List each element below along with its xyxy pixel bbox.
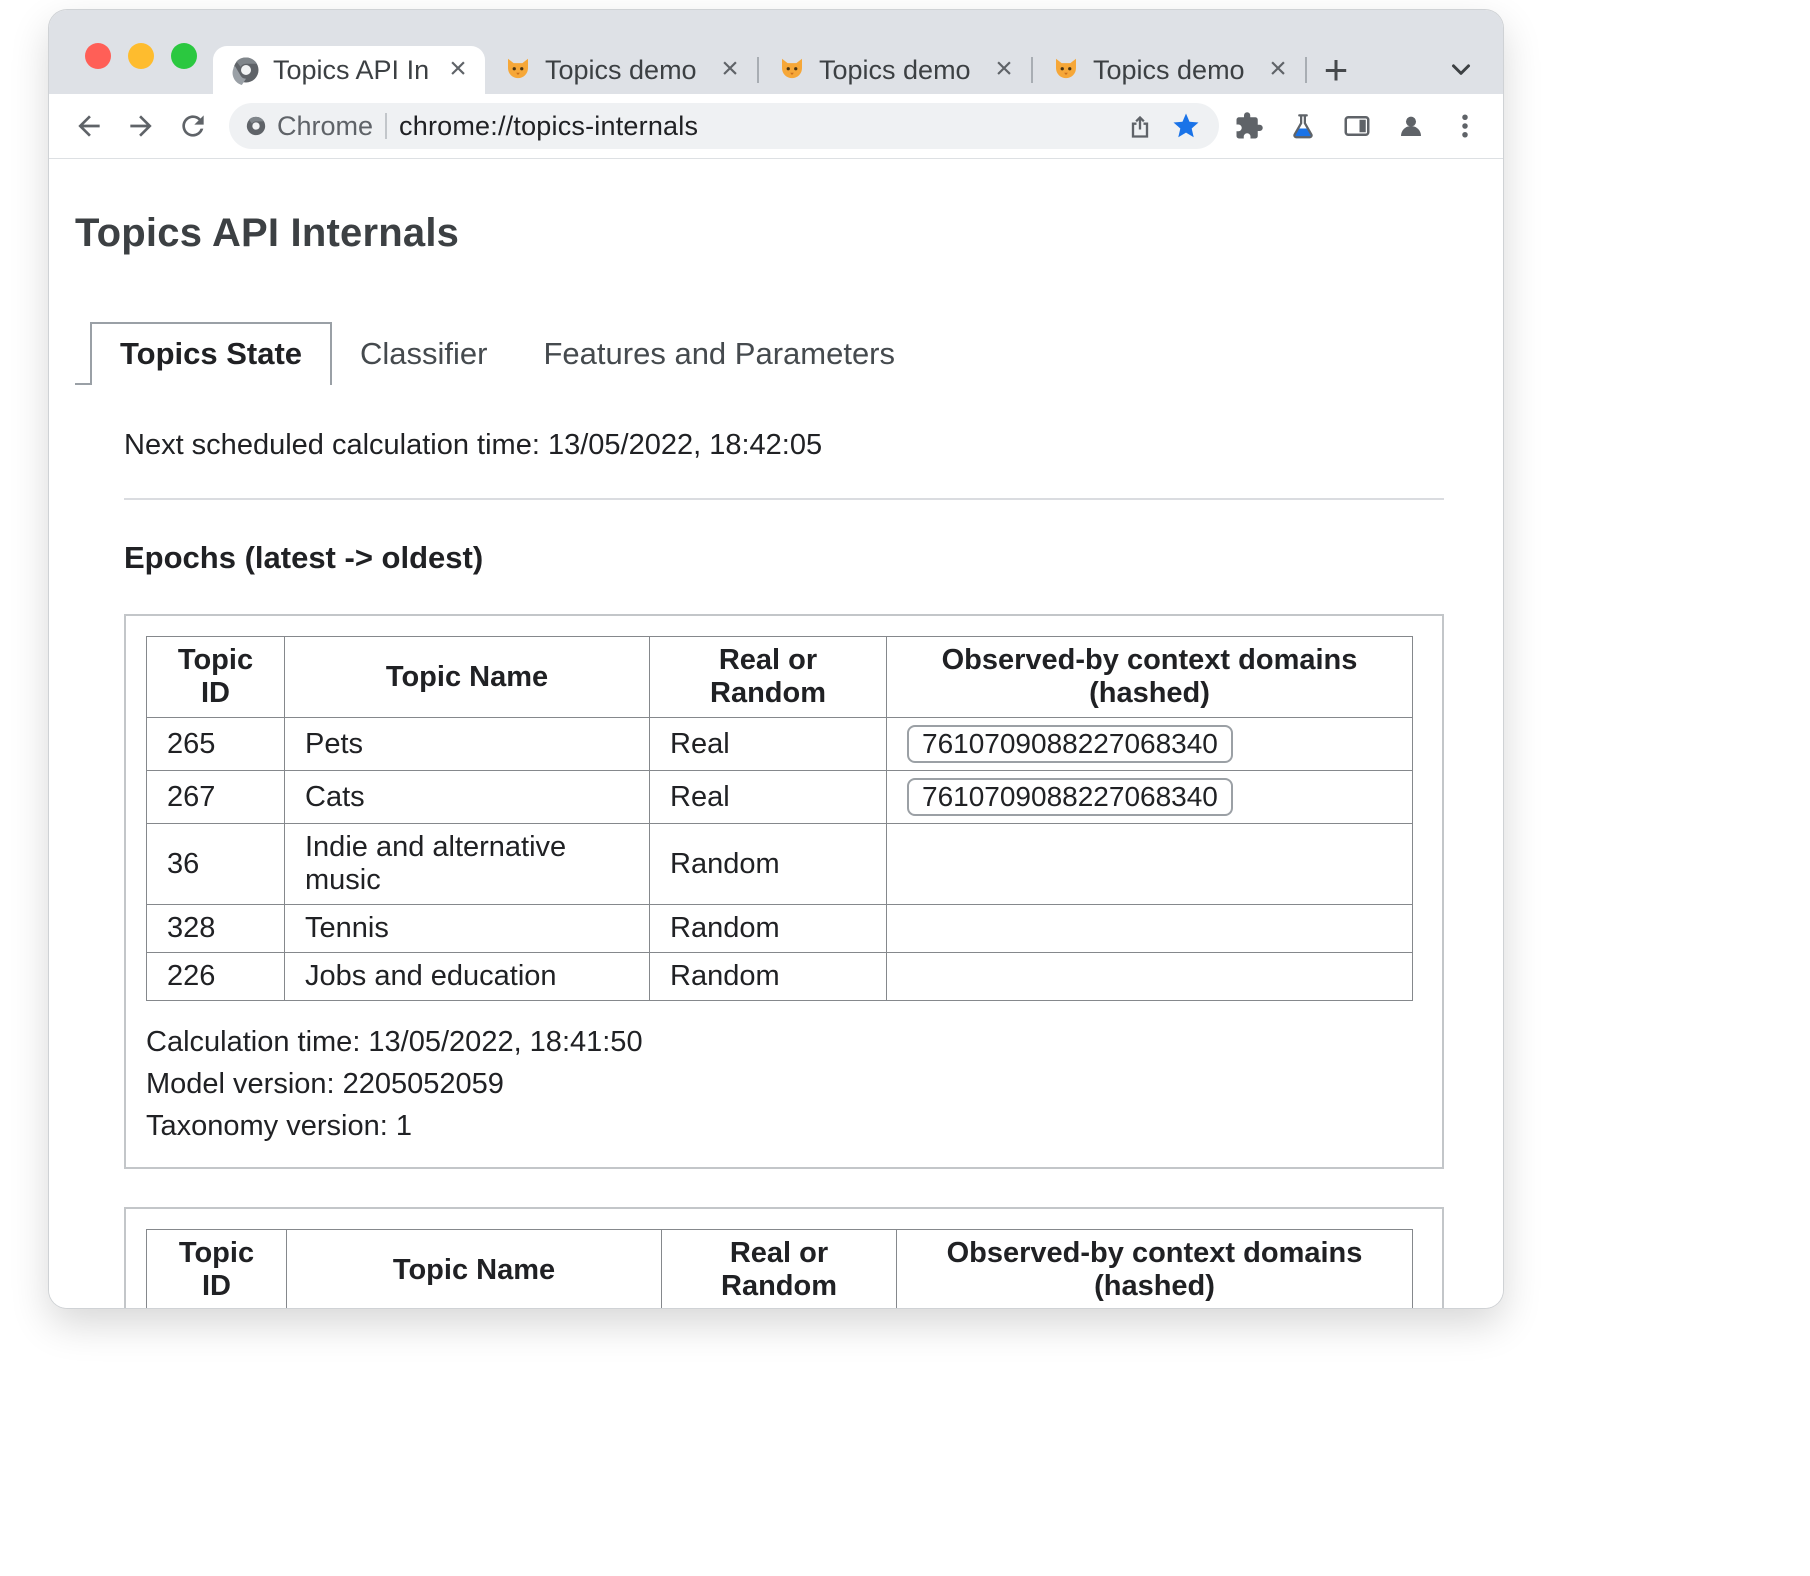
new-tab-button[interactable]: + (1307, 46, 1365, 94)
share-icon[interactable] (1117, 104, 1163, 148)
hashed-domain-chip: 7610709088227068340 (907, 725, 1233, 763)
column-header-topic-id: Topic ID (147, 1230, 287, 1309)
tab-strip: Topics API Internals × Topics demo × (49, 10, 1503, 94)
topic-id-cell: 226 (147, 953, 285, 1001)
real-or-random-cell: Random (650, 905, 887, 953)
close-tab-icon[interactable]: × (987, 53, 1021, 87)
epoch-table-2: Topic ID Topic Name Real or Random Obser… (146, 1229, 1413, 1308)
close-tab-icon[interactable]: × (713, 53, 747, 87)
tab-features-and-parameters[interactable]: Features and Parameters (516, 324, 924, 385)
table-header-row: Topic ID Topic Name Real or Random Obser… (147, 1230, 1413, 1309)
close-tab-icon[interactable]: × (1261, 53, 1295, 87)
browser-tab-topics-demo-1[interactable]: Topics demo × (485, 46, 757, 94)
browser-toolbar: Chrome chrome://topics-internals (49, 94, 1503, 159)
column-header-observed-domains: Observed-by context domains (hashed) (887, 637, 1413, 718)
address-bar[interactable]: Chrome chrome://topics-internals (229, 103, 1219, 149)
close-window-button[interactable] (85, 43, 111, 69)
topic-id-cell: 328 (147, 905, 285, 953)
topic-id-cell: 267 (147, 771, 285, 824)
reload-button[interactable] (167, 100, 219, 152)
real-or-random-cell: Real (650, 771, 887, 824)
topic-name-cell: Tennis (285, 905, 650, 953)
observed-domains-cell (887, 824, 1413, 905)
column-header-observed-domains: Observed-by context domains (hashed) (897, 1230, 1413, 1309)
observed-domains-cell (887, 953, 1413, 1001)
cat-icon (1051, 55, 1081, 85)
labs-flask-icon[interactable] (1279, 102, 1327, 150)
table-row: 226 Jobs and education Random (147, 953, 1413, 1001)
observed-domains-cell: 7610709088227068340 (887, 718, 1413, 771)
tab-title: Topics demo (1093, 55, 1249, 86)
topic-name-cell: Indie and alternative music (285, 824, 650, 905)
extensions-puzzle-icon[interactable] (1225, 102, 1273, 150)
tab-topics-state[interactable]: Topics State (90, 322, 332, 385)
table-header-row: Topic ID Topic Name Real or Random Obser… (147, 637, 1413, 718)
observed-domains-cell (887, 905, 1413, 953)
topic-name-cell: Pets (285, 718, 650, 771)
bookmark-star-icon[interactable] (1163, 104, 1209, 148)
column-header-real-or-random: Real or Random (650, 637, 887, 718)
page-tabs: Topics State Classifier Features and Par… (90, 322, 1477, 385)
epoch-panel-1: Topic ID Topic Name Real or Random Obser… (124, 614, 1444, 1169)
window-controls (85, 43, 197, 69)
model-version-text: Model version: 2205052059 (146, 1063, 1422, 1105)
tab-classifier[interactable]: Classifier (332, 324, 515, 385)
calculation-time-text: Calculation time: 13/05/2022, 18:41:50 (146, 1021, 1422, 1063)
epoch-metadata: Calculation time: 13/05/2022, 18:41:50 M… (146, 1021, 1422, 1147)
profile-avatar-icon[interactable] (1387, 102, 1435, 150)
topic-name-cell: Cats (285, 771, 650, 824)
epoch-table-1: Topic ID Topic Name Real or Random Obser… (146, 636, 1413, 1001)
table-row: 36 Indie and alternative music Random (147, 824, 1413, 905)
close-tab-icon[interactable]: × (441, 53, 475, 87)
browser-tab-topics-demo-2[interactable]: Topics demo × (759, 46, 1031, 94)
topic-id-cell: 36 (147, 824, 285, 905)
column-header-topic-name: Topic Name (287, 1230, 662, 1309)
address-site-label: Chrome (277, 111, 373, 142)
page-title: Topics API Internals (75, 211, 1477, 256)
menu-dots-icon[interactable] (1441, 102, 1489, 150)
side-panel-icon[interactable] (1333, 102, 1381, 150)
epochs-heading: Epochs (latest -> oldest) (124, 540, 1444, 576)
real-or-random-cell: Random (650, 824, 887, 905)
next-scheduled-text: Next scheduled calculation time: 13/05/2… (124, 429, 1444, 462)
address-url: chrome://topics-internals (399, 111, 698, 142)
tab-title: Topics demo (819, 55, 975, 86)
topic-id-cell: 265 (147, 718, 285, 771)
tab-list-chevron-down-icon[interactable] (1445, 53, 1477, 85)
topics-state-panel: Next scheduled calculation time: 13/05/2… (124, 429, 1444, 1308)
browser-window: Topics API Internals × Topics demo × (49, 10, 1503, 1308)
table-row: 265 Pets Real 7610709088227068340 (147, 718, 1413, 771)
real-or-random-cell: Real (650, 718, 887, 771)
tab-title: Topics API Internals (273, 55, 429, 86)
column-header-topic-id: Topic ID (147, 637, 285, 718)
zoom-window-button[interactable] (171, 43, 197, 69)
back-button[interactable] (63, 100, 115, 152)
chrome-icon (245, 115, 267, 137)
browser-tab-topics-demo-3[interactable]: Topics demo × (1033, 46, 1305, 94)
column-header-topic-name: Topic Name (285, 637, 650, 718)
browser-tab-topics-internals[interactable]: Topics API Internals × (213, 46, 485, 94)
divider (124, 498, 1444, 500)
page-content: Topics API Internals Topics State Classi… (49, 159, 1503, 1308)
table-row: 328 Tennis Random (147, 905, 1413, 953)
forward-button[interactable] (115, 100, 167, 152)
column-header-real-or-random: Real or Random (662, 1230, 897, 1309)
cat-icon (777, 55, 807, 85)
taxonomy-version-text: Taxonomy version: 1 (146, 1105, 1422, 1147)
real-or-random-cell: Random (650, 953, 887, 1001)
epoch-panel-2: Topic ID Topic Name Real or Random Obser… (124, 1207, 1444, 1308)
browser-tabs: Topics API Internals × Topics demo × (213, 46, 1365, 94)
topic-name-cell: Jobs and education (285, 953, 650, 1001)
minimize-window-button[interactable] (128, 43, 154, 69)
address-separator (385, 113, 387, 139)
hashed-domain-chip: 7610709088227068340 (907, 778, 1233, 816)
tab-title: Topics demo (545, 55, 701, 86)
observed-domains-cell: 7610709088227068340 (887, 771, 1413, 824)
cat-icon (503, 55, 533, 85)
chrome-icon (231, 55, 261, 85)
table-row: 267 Cats Real 7610709088227068340 (147, 771, 1413, 824)
